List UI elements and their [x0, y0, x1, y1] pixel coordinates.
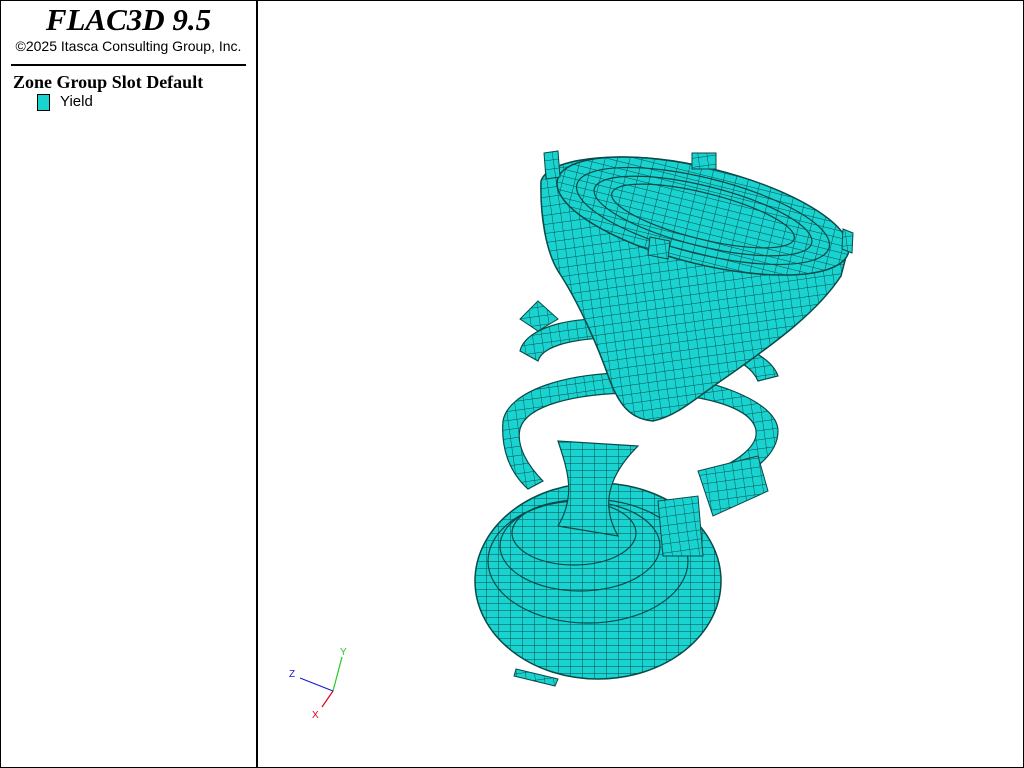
axis-z-line [299, 677, 334, 692]
copyright-text: ©2025 Itasca Consulting Group, Inc. [15, 38, 242, 54]
legend-panel: FLAC3D 9.5 ©2025 Itasca Consulting Group… [1, 1, 258, 767]
axis-y-line [332, 656, 343, 692]
axis-z-label: Z [289, 669, 295, 680]
legend-swatch [37, 94, 50, 111]
plot-frame: FLAC3D 9.5 ©2025 Itasca Consulting Group… [0, 0, 1024, 768]
axis-y-label: Y [340, 647, 347, 658]
legend-heading: Zone Group Slot Default [13, 72, 204, 92]
app-title: FLAC3D 9.5 [45, 2, 212, 37]
axis-x-label: X [312, 710, 319, 721]
title-divider [11, 64, 246, 66]
axes-triad: Y X Z [289, 647, 347, 721]
axis-x-line [321, 690, 334, 708]
legend-label: Yield [60, 93, 93, 110]
model-viewport[interactable]: Y X Z [258, 1, 1023, 767]
